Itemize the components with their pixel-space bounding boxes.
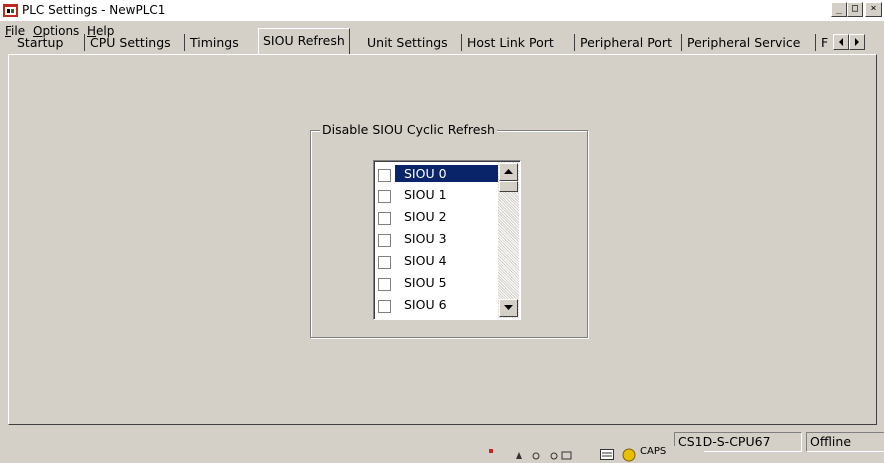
tab-separator [574,34,575,51]
checkbox[interactable] [378,256,391,269]
tab-separator [84,34,85,51]
list-item[interactable]: SIOU 5 [376,272,500,293]
list-item-label: SIOU 6 [404,297,447,312]
arrow-down-icon [504,305,513,310]
tab-host-link-port[interactable]: Host Link Port [467,33,554,53]
tab-peripheral-service[interactable]: Peripheral Service [687,33,800,53]
arrow-right-icon [855,38,859,46]
scroll-thumb[interactable] [499,181,518,192]
ime-mode-icon [516,451,572,460]
tab-separator [681,34,682,51]
tab-peripheral-port[interactable]: Peripheral Port [580,33,672,53]
scroll-down-button[interactable] [499,299,518,317]
checkbox[interactable] [378,169,391,182]
close-button[interactable]: × [865,2,882,17]
list-scrollbar[interactable] [498,162,519,318]
title-bar: PLC Settings - NewPLC1 _ □ × [0,0,884,21]
tab-timings[interactable]: Timings [190,33,239,53]
checkbox[interactable] [378,212,391,225]
list-item[interactable]: SIOU 0 [376,163,500,184]
tab-cpu-settings[interactable]: CPU Settings [90,33,171,53]
siou-checklist[interactable]: SIOU 0 SIOU 1 SIOU 2 SIOU 3 SIOU 4 SIOU … [373,160,521,320]
list-item[interactable]: SIOU 6 [376,294,500,315]
maximize-button[interactable]: □ [847,2,863,17]
list-item[interactable]: SIOU 1 [376,184,500,205]
checkbox[interactable] [378,234,391,247]
ime-toolbar: CAPS [484,446,704,463]
status-mode: Offline [806,432,884,452]
tab-scroll-right-button[interactable] [849,34,865,50]
tab-unit-settings[interactable]: Unit Settings [367,33,448,53]
plc-settings-window: PLC Settings - NewPLC1 _ □ × File Option… [0,0,884,463]
keyboard-icon [600,449,614,460]
arrow-up-icon [504,169,513,174]
list-item[interactable]: SIOU 2 [376,206,500,227]
list-item-label: SIOU 2 [404,209,447,224]
list-item-label: SIOU 0 [394,164,499,183]
minimize-button[interactable]: _ [831,2,847,17]
tab-separator [184,34,185,51]
window-title: PLC Settings - NewPLC1 [22,3,166,17]
ime-red-icon [489,449,493,453]
ime-yellow-icon [622,448,636,462]
checkbox[interactable] [378,190,391,203]
list-item[interactable]: SIOU 4 [376,250,500,271]
groupbox-label: Disable SIOU Cyclic Refresh [320,122,497,137]
list-item-label: SIOU 1 [404,187,447,202]
tab-separator [461,34,462,51]
app-icon [3,4,18,17]
tab-scroll-left-button[interactable] [833,34,849,50]
list-item[interactable]: SIOU 3 [376,228,500,249]
list-item-label: SIOU 4 [404,253,447,268]
scroll-up-button[interactable] [499,163,518,181]
tab-siou-refresh[interactable]: SIOU Refresh [258,28,350,54]
checkbox[interactable] [378,300,391,313]
tab-startup[interactable]: Startup [17,33,63,53]
arrow-left-icon [839,38,843,46]
tab-separator [815,34,816,51]
tab-truncated[interactable]: F [821,33,833,53]
checkbox[interactable] [378,278,391,291]
list-item-label: SIOU 5 [404,275,447,290]
list-item-label: SIOU 3 [404,231,447,246]
caps-indicator: CAPS [640,446,667,457]
